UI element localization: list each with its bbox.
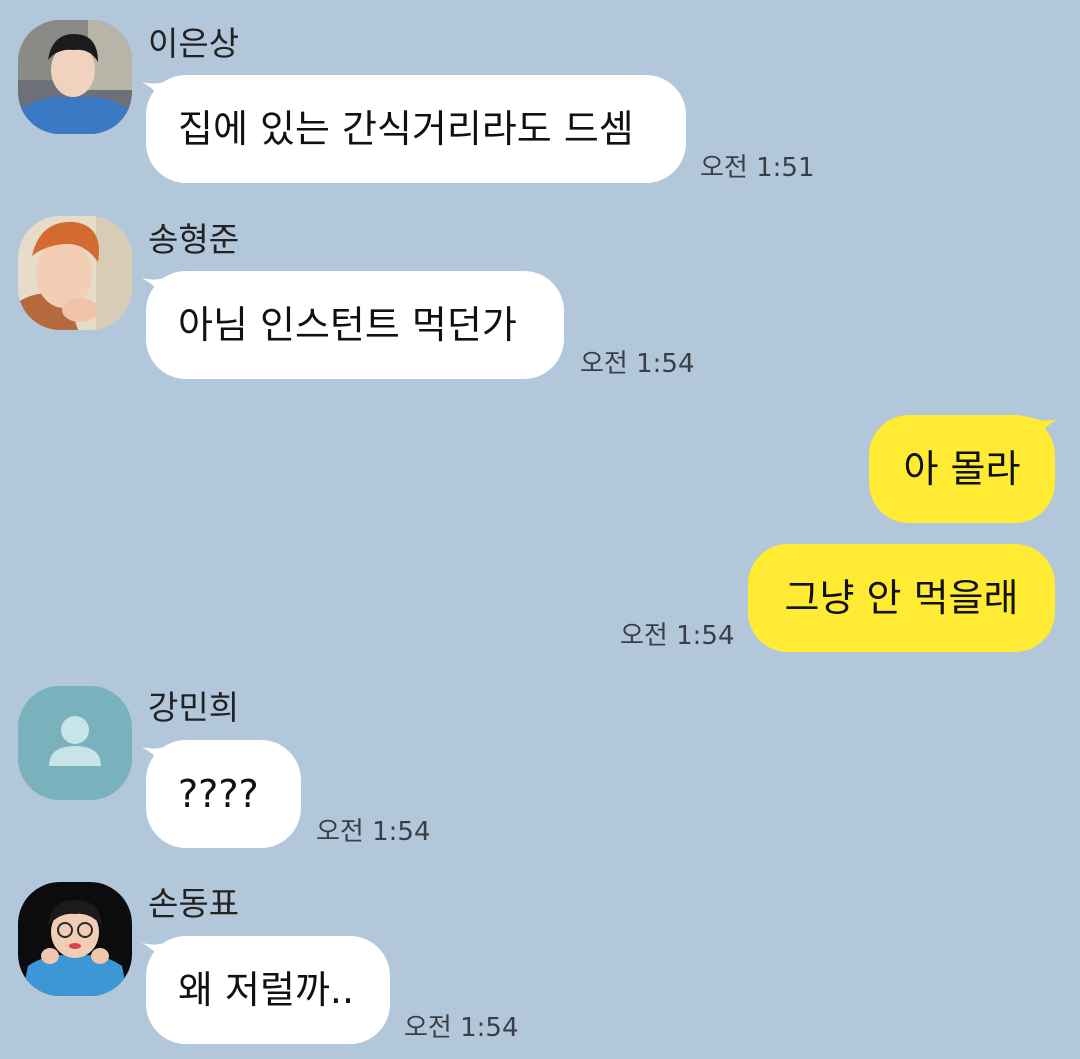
person-icon <box>18 686 132 800</box>
message-time: 오전 1:54 <box>316 817 431 847</box>
message-time: 오전 1:51 <box>700 153 815 183</box>
message-time: 오전 1:54 <box>620 621 735 651</box>
outgoing-message-bubble[interactable]: 아 몰라 <box>869 415 1055 523</box>
profile-avatar-dongpyo[interactable] <box>18 882 132 996</box>
outgoing-message-bubble[interactable]: 그냥 안 먹을래 <box>748 544 1055 652</box>
profile-avatar-eunsang[interactable] <box>18 20 132 134</box>
message-bubble[interactable]: 집에 있는 간식거리라도 드셈 <box>146 75 686 183</box>
profile-avatar-hyeongjun[interactable] <box>18 216 132 330</box>
message-time: 오전 1:54 <box>404 1013 519 1043</box>
sender-name: 손동표 <box>148 884 240 923</box>
message-bubble[interactable]: 왜 저럴까.. <box>146 936 390 1044</box>
message-bubble[interactable]: 아님 인스턴트 먹던가 <box>146 271 564 379</box>
sender-name: 송형준 <box>148 220 240 259</box>
message-bubble[interactable]: ???? <box>146 740 301 848</box>
sender-name: 강민희 <box>148 688 240 727</box>
profile-avatar-minhee[interactable] <box>18 686 132 800</box>
sender-name: 이은상 <box>148 24 240 63</box>
message-time: 오전 1:54 <box>580 349 695 379</box>
